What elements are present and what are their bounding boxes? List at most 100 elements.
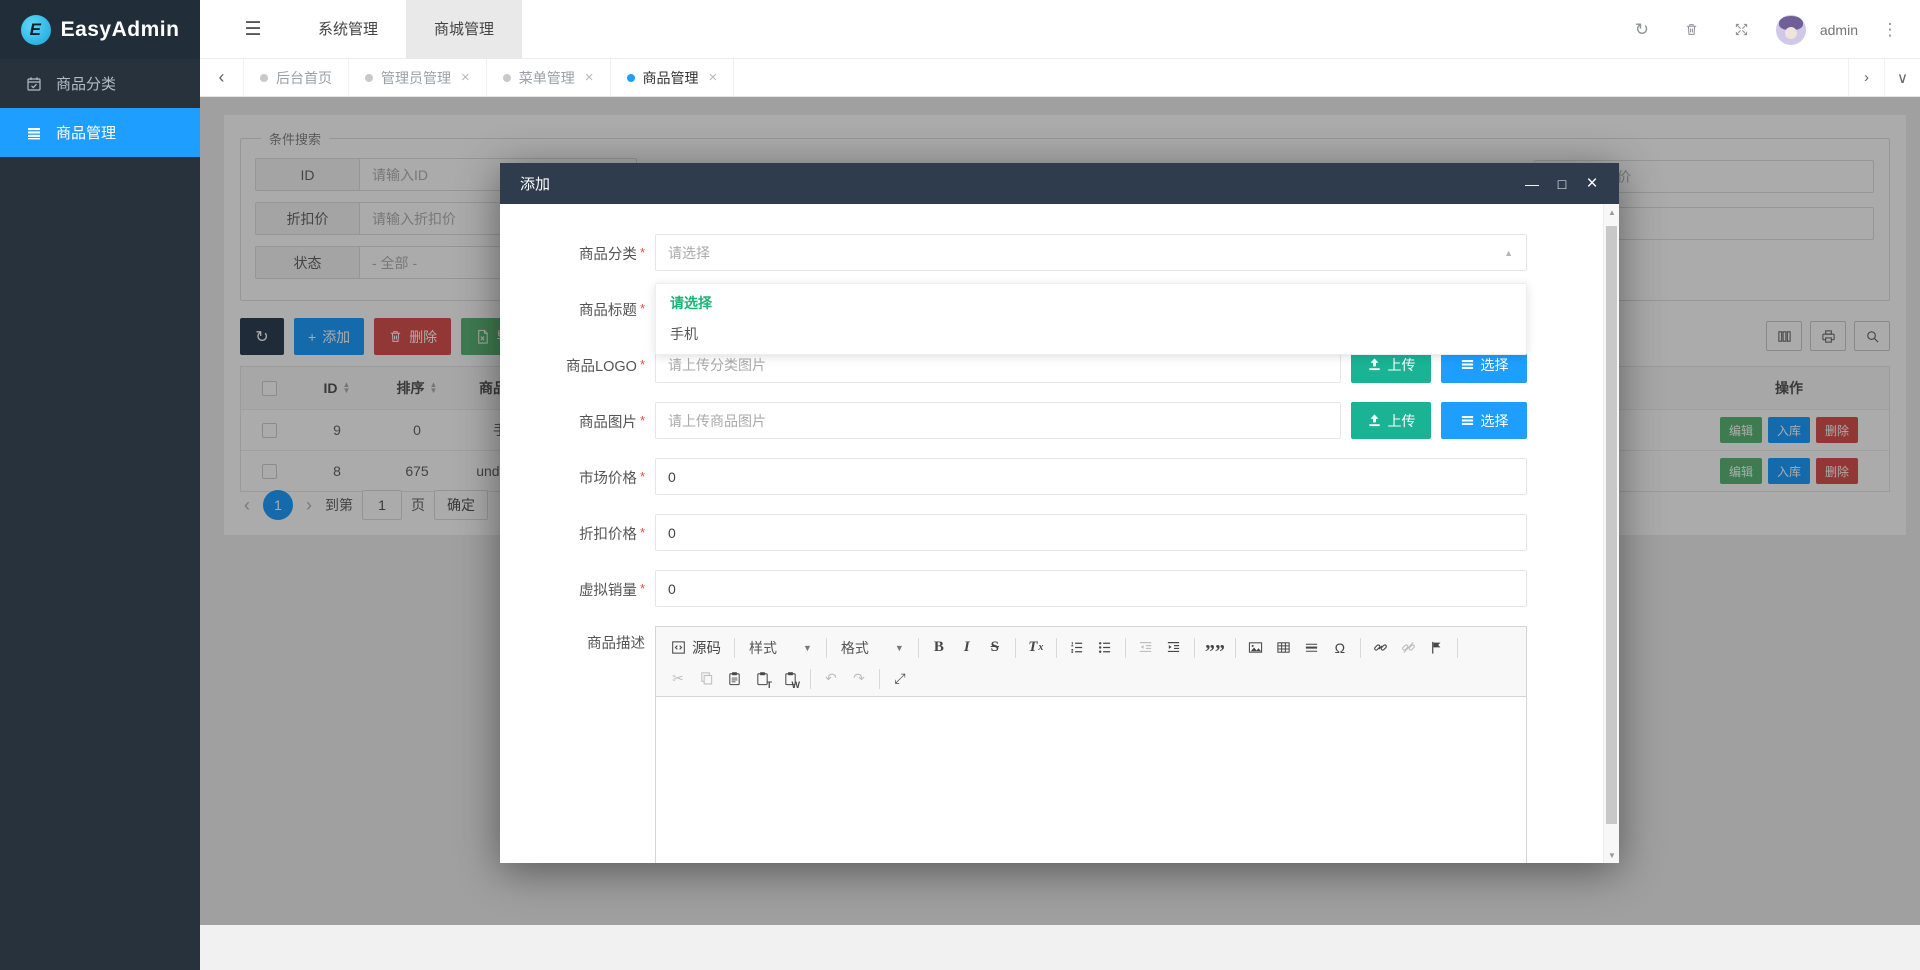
scroll-up-icon[interactable]: ▲ [1604,204,1619,220]
required-mark: * [640,413,645,428]
dialog-header[interactable]: 添加 — □ × [500,163,1619,204]
tab-dot [260,74,268,82]
scrollbar-thumb[interactable] [1606,226,1617,824]
sidebar-item-goods-manage[interactable]: 商品管理 [0,108,200,157]
brand-logo[interactable]: E EasyAdmin [0,0,200,59]
remove-format-button[interactable]: Tx [1022,635,1050,661]
dialog-maximize-icon[interactable]: □ [1547,169,1577,199]
tab-dot [503,74,511,82]
image-select-button[interactable]: 选择 [1441,402,1527,439]
category-select[interactable] [655,234,1527,271]
cut-button[interactable]: ✂ [664,666,692,692]
format-combo[interactable]: 格式▼ [833,635,912,661]
field-label: 虚拟销量 [579,583,637,599]
form-row-image: 商品图片* 上传 选择 [515,402,1619,442]
clear-cache-icon[interactable] [1670,0,1714,59]
strikethrough-button[interactable]: S [981,635,1009,661]
editor-content-area[interactable] [656,696,1526,863]
field-label: 商品分类 [579,247,637,263]
field-label: 商品LOGO [566,359,637,375]
copy-icon [699,671,714,686]
list-select-icon [1460,357,1475,372]
bullet-list-icon [1097,640,1112,655]
more-menu-icon[interactable]: ⋮ [1868,0,1912,59]
image-input[interactable] [655,402,1341,439]
dialog-title: 添加 [520,173,1517,194]
fullscreen-icon[interactable] [1720,0,1764,59]
dialog-scrollbar[interactable]: ▲ ▼ [1603,204,1619,863]
bold-button[interactable]: B [925,635,953,661]
discount-price-input[interactable] [655,514,1527,551]
field-label: 商品标题 [579,303,637,319]
anchor-button[interactable] [1423,635,1451,661]
tab-dot [627,74,635,82]
required-mark: * [640,525,645,540]
tab-home[interactable]: 后台首页 [244,59,349,96]
form-row-discount-price: 折扣价格* [515,514,1619,554]
copy-button[interactable] [692,666,720,692]
flag-icon [1429,640,1444,655]
paste-word-button[interactable]: W [776,666,804,692]
tab-close-icon[interactable]: × [585,69,594,86]
tab-dot [365,74,373,82]
insert-table-button[interactable] [1270,635,1298,661]
tab-close-icon[interactable]: × [461,69,470,86]
source-button[interactable]: 源码 [664,635,728,661]
bullet-list-button[interactable] [1091,635,1119,661]
image-upload-button[interactable]: 上传 [1351,402,1431,439]
paste-text-button[interactable]: T [748,666,776,692]
ordered-list-icon [1069,640,1084,655]
insert-image-button[interactable] [1242,635,1270,661]
outdent-button[interactable] [1132,635,1160,661]
sidebar-item-goods-category[interactable]: 商品分类 [0,59,200,108]
blockquote-button[interactable]: ”” [1201,635,1229,661]
link-button[interactable] [1367,635,1395,661]
calendar-check-icon [26,76,42,92]
unlink-button[interactable] [1395,635,1423,661]
tab-goods-manage[interactable]: 商品管理 × [611,59,735,96]
tabs-scroll-right-icon[interactable]: › [1848,59,1884,96]
user-avatar[interactable] [1776,15,1806,45]
nav-item-system[interactable]: 系统管理 [290,0,406,59]
styles-combo[interactable]: 样式▼ [741,635,820,661]
italic-button[interactable]: I [953,635,981,661]
select-caret-icon: ▲ [1504,248,1513,258]
virtual-sales-input[interactable] [655,570,1527,607]
horizontal-rule-button[interactable] [1298,635,1326,661]
sidebar-item-label: 商品管理 [56,122,116,143]
required-mark: * [640,357,645,372]
dropdown-option[interactable]: 手机 [656,319,1526,350]
nav-item-mall[interactable]: 商城管理 [406,0,522,59]
table-icon [1276,640,1291,655]
undo-button[interactable]: ↶ [817,666,845,692]
username-label[interactable]: admin [1820,22,1858,38]
refresh-icon[interactable]: ↻ [1620,0,1664,59]
editor-maximize-button[interactable]: ⤢ [886,666,914,692]
brand-name: EasyAdmin [61,18,180,42]
ordered-list-button[interactable] [1063,635,1091,661]
tab-close-icon[interactable]: × [709,69,718,86]
tabs-menu-icon[interactable]: ∨ [1884,59,1920,96]
indent-button[interactable] [1160,635,1188,661]
paste-button[interactable] [720,666,748,692]
tab-admin-manage[interactable]: 管理员管理 × [349,59,487,96]
dialog-close-icon[interactable]: × [1577,169,1607,199]
indent-icon [1166,640,1181,655]
editor-toolbar: 源码 样式▼ 格式▼ B I S Tx [656,627,1526,696]
scroll-down-icon[interactable]: ▼ [1604,847,1619,863]
collapse-sidebar-icon[interactable]: ☰ [228,0,278,59]
special-char-button[interactable]: Ω [1326,635,1354,661]
dropdown-option[interactable]: 请选择 [656,288,1526,319]
market-price-input[interactable] [655,458,1527,495]
tab-label: 管理员管理 [381,68,451,88]
sidebar: 商品分类 商品管理 [0,59,200,970]
tab-menu-manage[interactable]: 菜单管理 × [487,59,611,96]
top-header: E EasyAdmin ☰ 系统管理 商城管理 ↻ admin ⋮ [0,0,1920,59]
clipboard-icon [727,671,742,686]
tab-bar: ‹ 后台首页 管理员管理 × 菜单管理 × 商品管理 × › ∨ [200,59,1920,97]
tab-bar-controls: › ∨ [1848,59,1920,96]
tabs-scroll-left-icon[interactable]: ‹ [200,59,244,96]
dialog-body: 商品分类* ▲ 商品标题* 商品LOGO* 上传 选择 商品图片* 上传 选择 [500,204,1619,863]
redo-button[interactable]: ↷ [845,666,873,692]
dialog-minimize-icon[interactable]: — [1517,169,1547,199]
